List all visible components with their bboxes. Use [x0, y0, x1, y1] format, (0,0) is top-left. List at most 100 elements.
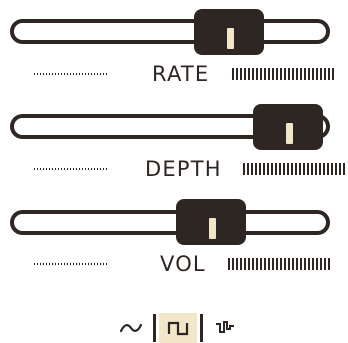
scale-bar [259, 163, 261, 175]
scale-bar [272, 68, 274, 80]
scale-tick [55, 73, 56, 75]
scale-bar [300, 258, 302, 270]
scale-tick [52, 263, 53, 265]
scale-bar [260, 68, 262, 80]
scale-tick [91, 168, 92, 170]
scale-tick [103, 263, 104, 265]
scale-tick [64, 263, 65, 265]
scale-tick [52, 168, 53, 170]
scale-bar [275, 163, 277, 175]
rate-slider-thumb[interactable] [194, 9, 264, 55]
scale-tick [34, 263, 35, 265]
waveform-option-random[interactable] [206, 313, 244, 343]
scale-bar [288, 68, 290, 80]
scale-bar [280, 258, 282, 270]
depth-scale-right [243, 161, 347, 177]
scale-bar [312, 68, 314, 80]
waveform-divider [153, 314, 156, 342]
scale-tick [61, 73, 62, 75]
scale-bar [263, 163, 265, 175]
square-wave-icon [167, 321, 189, 336]
waveform-selector [112, 313, 244, 343]
vol-slider-track[interactable] [10, 210, 330, 235]
scale-bar [292, 68, 294, 80]
scale-bar [247, 163, 249, 175]
scale-bar [335, 163, 337, 175]
scale-bar [320, 68, 322, 80]
scale-bar [240, 258, 242, 270]
scale-bar [304, 258, 306, 270]
scale-tick [82, 168, 83, 170]
scale-bar [267, 163, 269, 175]
scale-bar [268, 68, 270, 80]
random-step-wave-icon [216, 321, 234, 333]
scale-tick [73, 168, 74, 170]
scale-tick [40, 263, 41, 265]
scale-tick [40, 168, 41, 170]
scale-bar [256, 258, 258, 270]
scale-tick [100, 73, 101, 75]
scale-bar [332, 68, 334, 80]
scale-tick [82, 73, 83, 75]
scale-bar [315, 163, 317, 175]
scale-tick [46, 168, 47, 170]
scale-tick [76, 168, 77, 170]
vol-label: VOL [160, 252, 206, 276]
scale-tick [34, 168, 35, 170]
waveform-divider [200, 314, 203, 342]
scale-tick [85, 168, 86, 170]
scale-bar [304, 68, 306, 80]
scale-bar [276, 68, 278, 80]
scale-bar [292, 258, 294, 270]
scale-tick [106, 73, 107, 75]
scale-tick [94, 263, 95, 265]
scale-bar [324, 258, 326, 270]
scale-bar [244, 68, 246, 80]
scale-bar [308, 258, 310, 270]
scale-tick [85, 263, 86, 265]
scale-bar [311, 163, 313, 175]
scale-bar [288, 258, 290, 270]
rate-label: RATE [152, 62, 210, 86]
depth-slider-thumb[interactable] [253, 104, 323, 150]
scale-tick [70, 73, 71, 75]
scale-tick [97, 263, 98, 265]
scale-tick [100, 168, 101, 170]
vol-slider-thumb[interactable] [176, 199, 246, 245]
scale-tick [79, 73, 80, 75]
scale-bar [244, 258, 246, 270]
scale-tick [52, 73, 53, 75]
scale-tick [64, 168, 65, 170]
scale-tick [49, 168, 50, 170]
scale-bar [280, 68, 282, 80]
scale-bar [284, 258, 286, 270]
scale-bar [295, 163, 297, 175]
waveform-option-square[interactable] [159, 313, 197, 343]
scale-bar [300, 68, 302, 80]
scale-tick [55, 168, 56, 170]
rate-scale-right [232, 66, 336, 82]
scale-tick [43, 263, 44, 265]
waveform-option-sine[interactable] [112, 313, 150, 343]
vol-scale-right [228, 256, 332, 272]
scale-bar [251, 163, 253, 175]
scale-tick [79, 263, 80, 265]
scale-bar [276, 258, 278, 270]
rate-slider-track[interactable] [10, 19, 330, 44]
depth-thumb-marker [286, 123, 293, 144]
scale-tick [88, 168, 89, 170]
scale-tick [82, 263, 83, 265]
scale-bar [316, 68, 318, 80]
scale-tick [34, 73, 35, 75]
scale-bar [331, 163, 333, 175]
scale-bar [256, 68, 258, 80]
scale-tick [97, 168, 98, 170]
scale-bar [316, 258, 318, 270]
scale-bar [255, 163, 257, 175]
scale-bar [303, 163, 305, 175]
scale-tick [61, 263, 62, 265]
scale-bar [284, 68, 286, 80]
scale-bar [248, 258, 250, 270]
scale-tick [94, 73, 95, 75]
scale-tick [37, 263, 38, 265]
